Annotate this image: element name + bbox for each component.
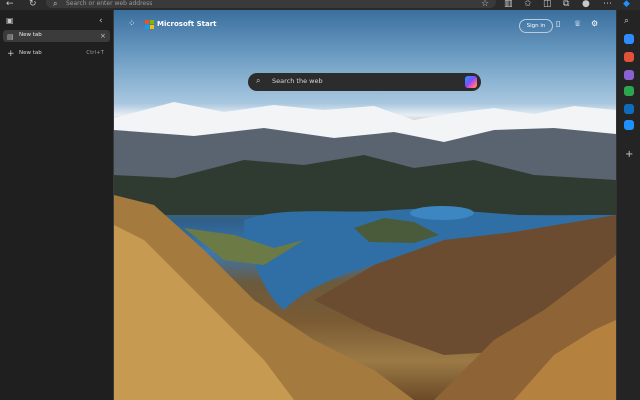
apps-grid-icon[interactable]: ⁘ [128,20,136,29]
sign-in-button[interactable]: Sign in [519,19,553,33]
copilot-icon[interactable] [465,76,477,88]
tab-actions-icon[interactable]: ▣ [6,16,14,26]
tools-icon[interactable] [624,52,634,62]
microsoft-logo [145,20,154,29]
add-icon: + [7,49,15,59]
favorites-icon[interactable]: ✩ [524,0,532,9]
shopping-icon[interactable] [624,34,634,44]
trophy-icon[interactable]: ♕ [574,19,581,29]
browser-toolbar: ← ↻ ⌕ Search or enter web address ☆ ▥ ✩ … [0,0,640,10]
search-icon: ⌕ [53,0,58,8]
profile-icon[interactable]: ● [582,0,590,9]
background-landscape [114,102,616,400]
outlook-icon[interactable] [624,104,634,114]
edge-sidebar: ⌕ + [616,10,640,400]
drop-icon[interactable] [624,120,634,130]
collections-icon[interactable]: ◫ [543,0,552,9]
new-tab-shortcut: Ctrl+T [86,50,104,56]
address-placeholder: Search or enter web address [66,0,153,7]
close-icon[interactable]: × [100,31,106,41]
star-icon[interactable]: ☆ [481,0,489,9]
back-icon[interactable]: ← [6,0,14,9]
extensions-icon[interactable]: ⧉ [563,0,569,9]
tab-label: New tab [19,32,42,38]
split-screen-icon[interactable]: ▥ [504,0,513,9]
new-tab-button[interactable]: + New tab Ctrl+T [3,48,110,60]
new-tab-label: New tab [19,50,42,56]
settings-icon[interactable]: ⚙ [591,19,598,29]
search-icon[interactable]: ⌕ [624,16,629,26]
brand-title: Microsoft Start [157,20,217,28]
new-tab-page: ⁘ Microsoft Start Sign in ▯ ♕ ⚙ ⌕ Search… [114,10,616,400]
office-icon[interactable] [624,86,634,96]
refresh-icon[interactable]: ↻ [29,0,37,9]
add-icon[interactable]: + [625,150,633,160]
tab-new-tab[interactable]: ▤ New tab × [3,30,110,42]
more-icon[interactable]: ⋯ [603,0,612,9]
search-icon: ⌕ [256,76,261,85]
search-box[interactable]: ⌕ Search the web [248,73,481,91]
games-icon[interactable] [624,70,634,80]
search-placeholder: Search the web [272,77,323,85]
page-icon: ▤ [7,33,14,41]
collapse-panel-icon[interactable]: ‹ [99,16,103,26]
copilot-icon[interactable]: ◆ [623,0,630,9]
vertical-tabs-panel: ▣ ‹ [0,10,114,400]
phone-icon[interactable]: ▯ [556,19,560,29]
